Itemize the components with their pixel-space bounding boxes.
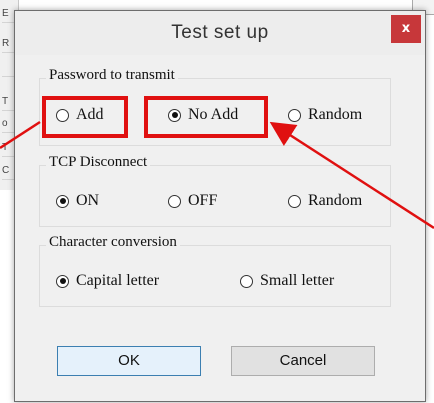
ok-button[interactable]: OK (57, 346, 201, 376)
radio-label: Random (308, 192, 363, 209)
radio-circle-checked (56, 194, 69, 208)
title-bar[interactable]: Test set up x (15, 11, 425, 55)
close-button[interactable]: x (391, 15, 421, 43)
radio-small-letter[interactable]: Small letter (240, 272, 334, 290)
radio-circle (288, 194, 301, 208)
tcp-group-label: TCP Disconnect (46, 154, 151, 171)
charconv-group-label: Character conversion (46, 234, 180, 251)
highlight-box-add (42, 96, 128, 138)
radio-circle (240, 274, 253, 288)
radio-tcp-on[interactable]: ON (56, 192, 99, 210)
radio-capital-letter[interactable]: Capital letter (56, 272, 159, 290)
close-icon: x (401, 21, 411, 36)
radio-label: Random (308, 106, 363, 123)
character-conversion-group: Character conversion Capital letter Smal… (39, 234, 391, 307)
radio-circle-checked (56, 274, 69, 288)
radio-label: Capital letter (76, 272, 160, 289)
radio-circle (288, 108, 301, 122)
radio-tcp-off[interactable]: OFF (168, 192, 217, 210)
radio-password-random[interactable]: Random (288, 106, 362, 124)
radio-label: OFF (188, 192, 218, 209)
tcp-disconnect-group: TCP Disconnect ON OFF Random (39, 154, 391, 227)
radio-label: ON (76, 192, 100, 209)
radio-label: Small letter (260, 272, 335, 289)
password-group-label: Password to transmit (46, 67, 178, 84)
test-setup-dialog: Test set up x Password to transmit Add N… (14, 10, 426, 402)
radio-tcp-random[interactable]: Random (288, 192, 362, 210)
cancel-button[interactable]: Cancel (231, 346, 375, 376)
highlight-box-no-add (144, 96, 268, 138)
radio-circle (168, 194, 181, 208)
dialog-title: Test set up (171, 22, 269, 43)
